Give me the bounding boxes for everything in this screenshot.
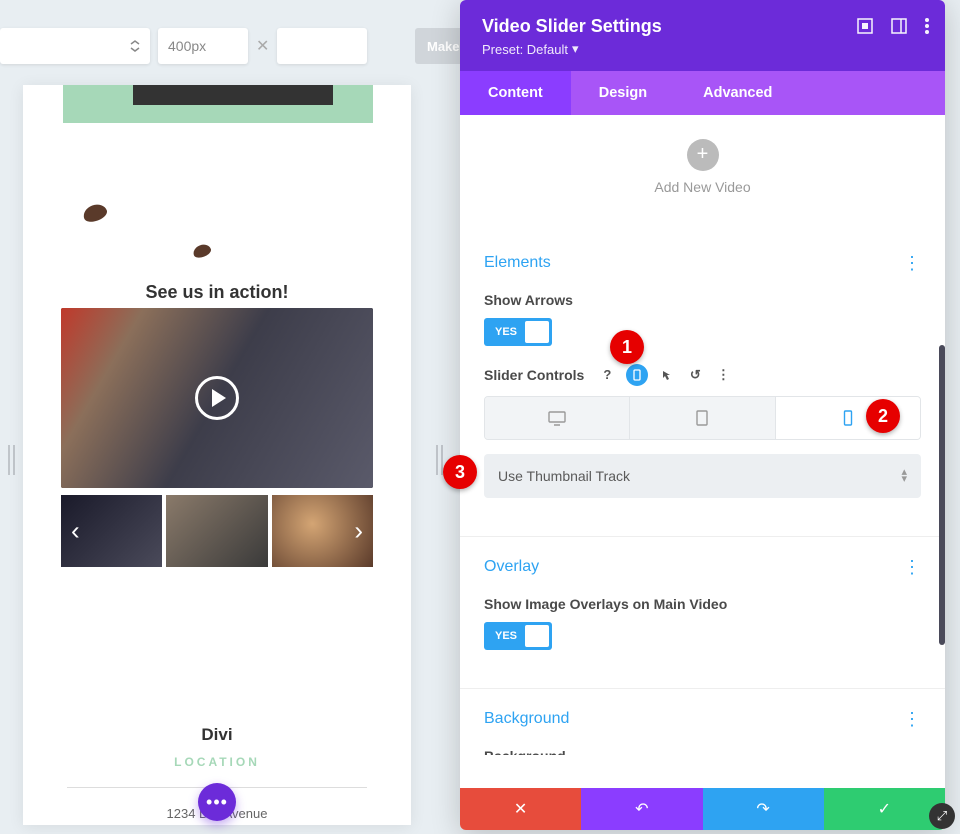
section-overlay: Overlay ⋮ Show Image Overlays on Main Vi… bbox=[460, 536, 945, 688]
prev-arrow-icon[interactable]: ‹ bbox=[71, 516, 80, 547]
show-overlays-label: Show Image Overlays on Main Video bbox=[484, 596, 921, 612]
show-arrows-toggle[interactable]: YES bbox=[484, 318, 552, 346]
overlay-title[interactable]: Overlay bbox=[484, 558, 539, 576]
module-options-fab[interactable]: ••• bbox=[198, 783, 236, 821]
background-title[interactable]: Background bbox=[484, 710, 569, 728]
preview-decor bbox=[23, 195, 411, 275]
device-desktop[interactable] bbox=[485, 397, 630, 439]
footer-name: Divi bbox=[23, 725, 411, 745]
panel-scrollbar[interactable] bbox=[939, 345, 945, 645]
width-input[interactable]: 400px bbox=[158, 28, 248, 64]
resize-handle-left[interactable] bbox=[8, 445, 15, 475]
section-elements: Elements ⋮ Show Arrows YES Slider Contro… bbox=[460, 225, 945, 536]
clear-width-icon[interactable]: ✕ bbox=[256, 36, 269, 56]
panel-footer: ✕ ↶ ↷ ✓ bbox=[460, 788, 945, 830]
cancel-button[interactable]: ✕ bbox=[460, 788, 581, 830]
footer-location-label: LOCATION bbox=[23, 755, 411, 769]
annotation-3: 3 bbox=[443, 455, 477, 489]
responsive-icon[interactable] bbox=[626, 364, 648, 386]
mobile-preview: See us in action! ‹ › Divi LOCATION 1234… bbox=[23, 85, 411, 825]
device-tabs bbox=[484, 396, 921, 440]
section-background: Background ⋮ Background bbox=[460, 688, 945, 755]
add-video-label: Add New Video bbox=[460, 179, 945, 195]
expand-corner-icon[interactable]: ⤢ bbox=[929, 803, 955, 829]
device-tablet[interactable] bbox=[630, 397, 775, 439]
next-arrow-icon[interactable]: › bbox=[354, 516, 363, 547]
panel-header: Video Slider Settings Preset: Default ▾ bbox=[460, 0, 945, 71]
reset-icon[interactable]: ↺ bbox=[686, 366, 704, 384]
more-icon[interactable] bbox=[925, 18, 929, 34]
slider-controls-select[interactable]: Use Thumbnail Track ▴▾ bbox=[484, 454, 921, 498]
tab-design[interactable]: Design bbox=[571, 71, 675, 115]
option-more-icon[interactable]: ⋮ bbox=[714, 366, 732, 384]
add-video-button[interactable]: + bbox=[687, 139, 719, 171]
section-more-icon[interactable]: ⋮ bbox=[903, 709, 921, 730]
save-button[interactable]: ✓ bbox=[824, 788, 945, 830]
panel-preset[interactable]: Preset: Default ▾ bbox=[482, 41, 579, 57]
preview-thumbnail-track: ‹ › bbox=[61, 495, 373, 567]
help-icon[interactable]: ? bbox=[598, 366, 616, 384]
annotation-2: 2 bbox=[866, 399, 900, 433]
height-input[interactable] bbox=[277, 28, 367, 64]
device-select[interactable] bbox=[0, 28, 150, 64]
panel-body[interactable]: + Add New Video Elements ⋮ Show Arrows Y… bbox=[460, 115, 945, 755]
tab-content[interactable]: Content bbox=[460, 71, 571, 115]
show-arrows-label: Show Arrows bbox=[484, 292, 921, 308]
play-icon[interactable] bbox=[195, 376, 239, 420]
thumbnail[interactable]: ‹ bbox=[61, 495, 162, 567]
hover-icon[interactable] bbox=[658, 366, 676, 384]
elements-title[interactable]: Elements bbox=[484, 254, 551, 272]
show-overlays-toggle[interactable]: YES bbox=[484, 622, 552, 650]
select-caret-icon: ▴▾ bbox=[901, 469, 907, 483]
dock-icon[interactable] bbox=[891, 18, 907, 34]
preview-button-bar bbox=[133, 85, 333, 105]
tab-advanced[interactable]: Advanced bbox=[675, 71, 800, 115]
preview-heading: See us in action! bbox=[23, 282, 411, 303]
resize-handle-right[interactable] bbox=[436, 445, 443, 475]
background-label: Background bbox=[484, 748, 921, 755]
section-more-icon[interactable]: ⋮ bbox=[903, 253, 921, 274]
slider-controls-label: Slider Controls ? ↺ ⋮ bbox=[484, 364, 921, 386]
thumbnail[interactable]: › bbox=[272, 495, 373, 567]
redo-button[interactable]: ↷ bbox=[703, 788, 824, 830]
preview-toolbar: 400px ✕ bbox=[0, 28, 420, 64]
thumbnail[interactable] bbox=[166, 495, 267, 567]
add-new-video: + Add New Video bbox=[460, 115, 945, 225]
panel-tabs: Content Design Advanced bbox=[460, 71, 945, 115]
annotation-1: 1 bbox=[610, 330, 644, 364]
preview-hero-block bbox=[63, 85, 373, 123]
snap-icon[interactable] bbox=[857, 18, 873, 34]
preview-main-video[interactable] bbox=[61, 308, 373, 488]
section-more-icon[interactable]: ⋮ bbox=[903, 557, 921, 578]
undo-button[interactable]: ↶ bbox=[581, 788, 702, 830]
chevron-down-icon: ▾ bbox=[572, 41, 579, 57]
